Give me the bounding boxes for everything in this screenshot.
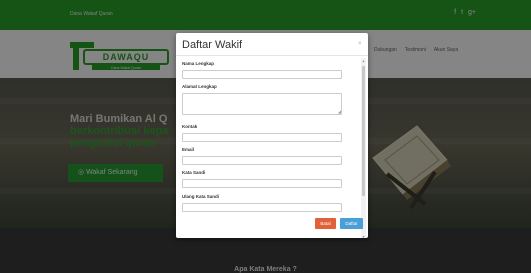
- scrollbar-thumb[interactable]: [362, 66, 365, 196]
- nama-lengkap-input[interactable]: [182, 70, 342, 79]
- ulang-kata-sandi-label: Ulang Kata Sandi: [182, 194, 220, 199]
- nama-lengkap-label: Nama Lengkap: [182, 61, 215, 66]
- modal-header: Daftar Wakif ×: [176, 33, 368, 56]
- kontak-input[interactable]: [182, 133, 342, 142]
- scroll-down-icon[interactable]: ▼: [361, 235, 366, 238]
- ulang-kata-sandi-input[interactable]: [182, 203, 342, 212]
- kontak-label: Kontak: [182, 124, 198, 129]
- modal-scrollbar[interactable]: ▲ ▼: [361, 58, 366, 238]
- kata-sandi-input[interactable]: [182, 179, 342, 188]
- alamat-lengkap-label: Alamat Lengkap: [182, 84, 217, 89]
- alamat-lengkap-wrapper: ◢: [182, 93, 342, 115]
- email-label: Email: [182, 147, 195, 152]
- close-icon[interactable]: ×: [358, 41, 362, 47]
- resize-grip-icon[interactable]: ◢: [338, 110, 341, 114]
- alamat-lengkap-textarea[interactable]: [182, 93, 342, 115]
- scroll-up-icon[interactable]: ▲: [361, 59, 366, 63]
- batal-button[interactable]: Batal: [315, 218, 336, 229]
- modal-title: Daftar Wakif: [182, 39, 243, 51]
- daftar-button[interactable]: Daftar: [340, 218, 363, 229]
- register-modal: Daftar Wakif × Nama Lengkap Alamat Lengk…: [176, 33, 368, 238]
- kata-sandi-label: Kata Sandi: [182, 170, 206, 175]
- email-input[interactable]: [182, 156, 342, 165]
